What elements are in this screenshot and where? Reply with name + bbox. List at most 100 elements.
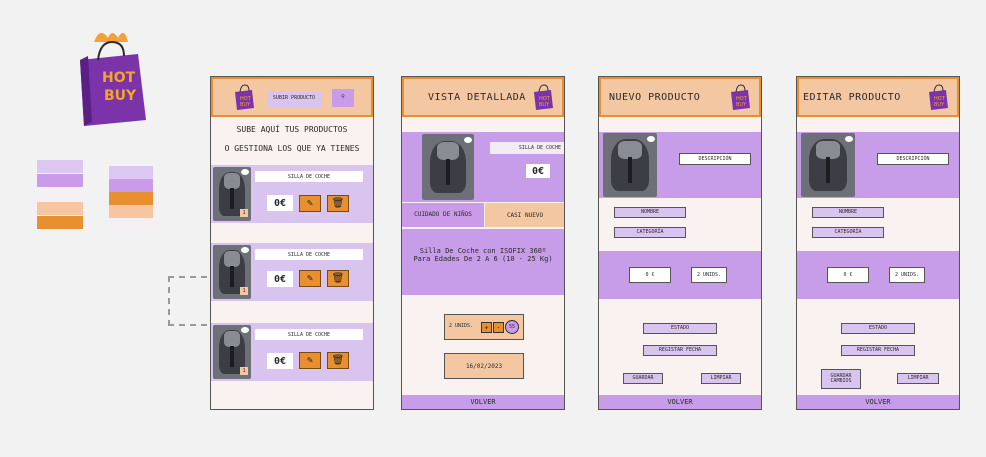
units-field[interactable]: 2 UNIDS. (889, 267, 925, 283)
swatch (37, 202, 83, 215)
back-button[interactable]: VOLVER (402, 395, 564, 409)
category-field[interactable]: CATEGORÍA (812, 227, 884, 238)
price-section: 0 € 2 UNIDS. (797, 251, 959, 299)
swatch (109, 179, 153, 192)
bag-icon: HOT BUY (233, 84, 255, 110)
product-price: 0€ (267, 353, 293, 369)
save-label-2: CAMBIOS (830, 378, 852, 384)
trash-icon: 🗑 (331, 273, 345, 284)
tag-condition: CASI NUEVO (485, 203, 564, 227)
bag-icon: HOT BUY (532, 84, 554, 110)
quantity-box: 2 UNIDS. + - 55 (444, 314, 524, 340)
clear-button[interactable]: LIMPIAR (897, 373, 939, 384)
svg-text:BUY: BUY (539, 102, 550, 108)
price-section: 0 € 2 UNIDS. (599, 251, 761, 299)
name-field[interactable]: NOMBRE (614, 207, 686, 218)
product-name: SILLA DE COCHE (255, 171, 363, 182)
hot-buy-logo: HOT BUY (72, 26, 150, 128)
qty-value: 55 (505, 320, 519, 334)
qty-plus-button[interactable]: + (481, 322, 492, 333)
screen-title: VISTA DETALLADA (428, 92, 526, 103)
header: VISTA DETALLADA HOT BUY (402, 77, 564, 117)
screen-new-product: NUEVO PRODUCTO HOT BUY DESCRIPCIÓN NOMBRE… (598, 76, 762, 410)
photo-section: DESCRIPCIÓN (797, 132, 959, 198)
product-price: 0€ (267, 271, 293, 287)
delete-button[interactable]: 🗑 (327, 352, 349, 369)
delete-button[interactable]: 🗑 (327, 195, 349, 212)
state-field[interactable]: ESTADO (643, 323, 717, 334)
tag-category: CUIDADO DE NIÑOS (402, 203, 484, 227)
bag-icon: HOT BUY (927, 84, 949, 110)
screen-edit-product: EDITAR PRODUCTO HOT BUY DESCRIPCIÓN NOMBR… (796, 76, 960, 410)
swatch (109, 192, 153, 205)
product-photo[interactable] (801, 133, 855, 197)
name-field[interactable]: NOMBRE (812, 207, 884, 218)
price-field[interactable]: 0 € (827, 267, 869, 283)
intro-line-1: SUBE AQUÍ TUS PRODUCTOS (236, 125, 348, 134)
quantity-label: 2 UNIDS. (449, 323, 474, 329)
product-name: SILLA DE COCHE (255, 329, 363, 340)
header: HOT BUY SUBIR PRODUCTO ⚲ (211, 77, 373, 117)
swatch (37, 174, 83, 187)
register-date-field[interactable]: REGISTAR FECHA (841, 345, 915, 356)
swatch (109, 218, 153, 231)
bag-icon: HOT BUY (729, 84, 751, 110)
product-photo (422, 134, 474, 200)
product-description: Silla De Coche con ISOFIX 360º Para Edad… (402, 229, 564, 295)
logo-text-2: BUY (104, 88, 137, 104)
product-photo: 1 (213, 167, 251, 221)
swatch (109, 166, 153, 179)
edit-button[interactable]: ✎ (299, 270, 321, 287)
save-button[interactable]: GUARDAR (623, 373, 663, 384)
swatch (37, 216, 83, 229)
product-photo: 1 (213, 325, 251, 379)
category-field[interactable]: CATEGORÍA (614, 227, 686, 238)
header: NUEVO PRODUCTO HOT BUY (599, 77, 761, 117)
pencil-icon: ✎ (306, 198, 314, 209)
product-summary: SILLA DE COCHE 0€ (402, 132, 564, 202)
product-card[interactable]: 1 SILLA DE COCHE 0€ ✎ 🗑 (211, 165, 373, 223)
intro-line-2: O GESTIONA LOS QUE YA TIENES (224, 144, 360, 153)
description-field[interactable]: DESCRIPCIÓN (679, 153, 751, 165)
pencil-icon: ✎ (306, 273, 314, 284)
search-button[interactable]: ⚲ (332, 89, 354, 107)
product-card[interactable]: 1 SILLA DE COCHE 0€ ✎ 🗑 (211, 323, 373, 381)
edit-button[interactable]: ✎ (299, 195, 321, 212)
qty-minus-button[interactable]: - (493, 322, 504, 333)
save-changes-button[interactable]: GUARDAR CAMBIOS (821, 369, 861, 389)
svg-text:BUY: BUY (736, 102, 747, 108)
trash-icon: 🗑 (331, 198, 345, 209)
pencil-icon: ✎ (306, 355, 314, 366)
units-field[interactable]: 2 UNIDS. (691, 267, 727, 283)
product-name: SILLA DE COCHE (255, 249, 363, 260)
logo-text-1: HOT (102, 70, 136, 86)
header: EDITAR PRODUCTO HOT BUY (797, 77, 959, 117)
svg-text:BUY: BUY (240, 102, 251, 108)
back-button[interactable]: VOLVER (599, 395, 761, 409)
product-photo: 1 (213, 245, 251, 299)
clear-button[interactable]: LIMPIAR (701, 373, 741, 384)
svg-text:BUY: BUY (934, 102, 945, 108)
product-photo[interactable] (603, 133, 657, 197)
edit-button[interactable]: ✎ (299, 352, 321, 369)
upload-product-button[interactable]: SUBIR PRODUCTO (267, 91, 321, 107)
swatch (37, 188, 83, 201)
product-name: SILLA DE COCHE (490, 142, 564, 154)
description-field[interactable]: DESCRIPCIÓN (877, 153, 949, 165)
screen-detail-view: VISTA DETALLADA HOT BUY SILLA DE COCHE 0€… (401, 76, 565, 410)
state-field[interactable]: ESTADO (841, 323, 915, 334)
search-icon: ⚲ (341, 94, 345, 101)
photo-section: DESCRIPCIÓN (599, 132, 761, 198)
product-price: 0€ (267, 195, 293, 211)
back-button[interactable]: VOLVER (797, 395, 959, 409)
register-date-field[interactable]: REGISTAR FECHA (643, 345, 717, 356)
trash-icon: 🗑 (331, 355, 345, 366)
screen-product-list: HOT BUY SUBIR PRODUCTO ⚲ SUBE AQUÍ TUS PR… (210, 76, 374, 410)
price-field[interactable]: 0 € (629, 267, 671, 283)
product-price: 0€ (526, 164, 550, 178)
product-card[interactable]: 1 SILLA DE COCHE 0€ ✎ 🗑 (211, 243, 373, 301)
delete-button[interactable]: 🗑 (327, 270, 349, 287)
screen-title: EDITAR PRODUCTO (803, 92, 901, 103)
screen-title: NUEVO PRODUCTO (609, 92, 701, 103)
swatch (109, 205, 153, 218)
